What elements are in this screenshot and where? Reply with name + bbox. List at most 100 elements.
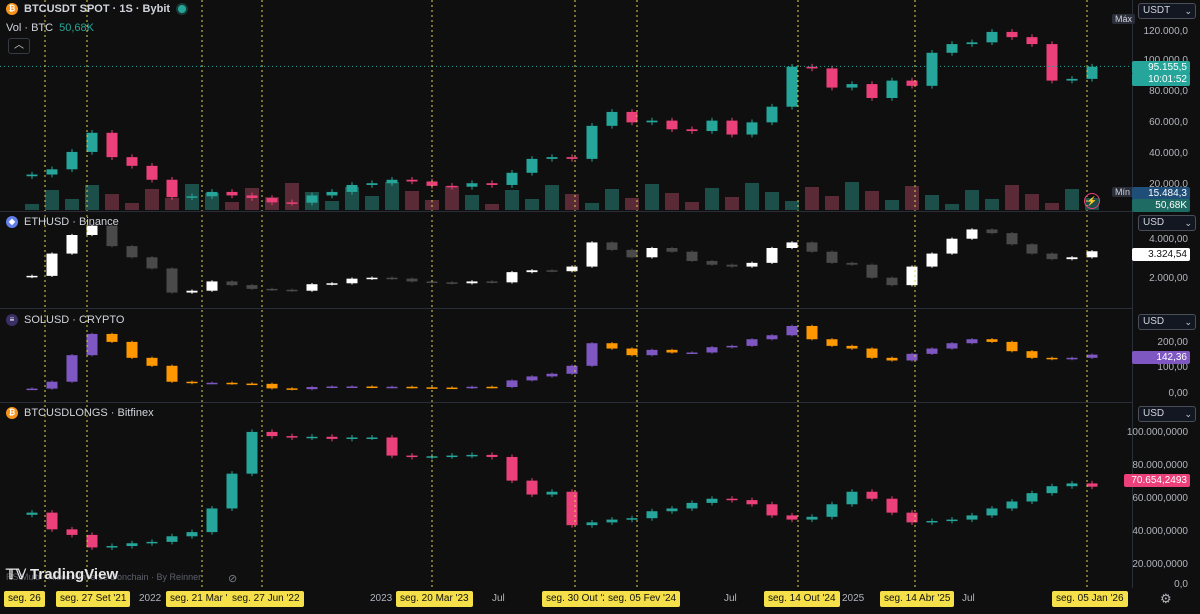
candle-body: [406, 278, 418, 282]
candle-body: [1086, 483, 1098, 487]
x-axis-label: 2022: [139, 593, 162, 604]
candle-body: [866, 348, 878, 358]
x-axis-label: Jul: [492, 593, 505, 604]
candle-body: [726, 498, 738, 501]
date-marker-tag[interactable]: seg. 14 Abr '25: [880, 591, 955, 607]
candle-body: [186, 532, 198, 537]
candle-body: [1026, 37, 1038, 45]
pane-separator[interactable]: [0, 308, 1132, 309]
candle-body: [726, 345, 738, 348]
lightning-icon[interactable]: ⚡: [1084, 193, 1100, 209]
candle-body: [626, 518, 638, 520]
candle-body: [646, 349, 658, 356]
candle-body: [706, 498, 718, 503]
candle-body: [906, 80, 918, 86]
date-marker-tag[interactable]: seg. 27 Set '21: [56, 591, 131, 607]
volume-bar: [465, 195, 479, 210]
date-marker-tag[interactable]: seg. 05 Fev '24: [604, 591, 681, 607]
candle-body: [826, 339, 838, 346]
candle-body: [946, 238, 958, 254]
candle-body: [46, 169, 58, 175]
volume-legend: Vol · BTC 50,68K: [6, 22, 94, 34]
candle-body: [166, 536, 178, 542]
candle-body: [806, 242, 818, 252]
eth-pane-header[interactable]: ◆ ETHUSD · Binance: [6, 216, 119, 228]
candle-body: [26, 512, 38, 515]
volume-bar: [965, 190, 979, 210]
candle-body: [546, 491, 558, 495]
chevron-down-icon: ⌄: [1184, 6, 1192, 16]
eth-symbol-title[interactable]: ETHUSD · Binance: [24, 216, 119, 228]
candle-body: [506, 272, 518, 283]
charts-svg[interactable]: [0, 0, 1200, 614]
candle-body: [886, 80, 898, 99]
tradingview-logo[interactable]: 𝕋𝕍 TradingView: [6, 566, 118, 583]
volume-bar: [1005, 185, 1019, 210]
candle-body: [886, 357, 898, 361]
chart-stage[interactable]: ₿ BTCUSDT SPOT · 1S · Bybit Vol · BTC 50…: [0, 0, 1200, 614]
candle-body: [46, 512, 58, 530]
candle-body: [806, 66, 818, 69]
date-marker-tag[interactable]: seg. 20 Mar '23: [396, 591, 473, 607]
settings-gear-icon[interactable]: ⚙: [1160, 591, 1172, 607]
btclongs-symbol-title[interactable]: BTCUSDLONGS · Bitfinex: [24, 407, 154, 419]
candle-body: [1066, 257, 1078, 260]
pane-separator[interactable]: [0, 402, 1132, 403]
candle-body: [646, 120, 658, 123]
pane-separator[interactable]: [0, 211, 1132, 212]
candle-body: [786, 325, 798, 336]
x-axis-label: Jul: [724, 593, 737, 604]
volume-bar: [385, 182, 399, 210]
candle-body: [966, 339, 978, 344]
candle-body: [266, 198, 278, 203]
x-axis-label: Jul: [962, 593, 975, 604]
candle-body: [766, 248, 778, 263]
candle-body: [1046, 253, 1058, 260]
candle-body: [506, 456, 518, 481]
eye-off-icon[interactable]: ⊘: [228, 572, 237, 585]
candle-body: [446, 387, 458, 390]
candle-body: [106, 225, 118, 247]
date-marker-tag[interactable]: seg. 05 Jan '26: [1052, 591, 1128, 607]
volume-bar: [685, 202, 699, 210]
candle-body: [1086, 251, 1098, 258]
candle-body: [126, 157, 138, 166]
btclongs-currency-select[interactable]: USD ⌄: [1138, 406, 1196, 422]
sol-axis-tick: 200,00: [1157, 337, 1188, 348]
btc-pane-header[interactable]: ₿ BTCUSDT SPOT · 1S · Bybit: [6, 3, 189, 15]
sol-symbol-title[interactable]: SOLUSD · CRYPTO: [24, 314, 124, 326]
candle-body: [286, 202, 298, 204]
collapse-legend-button[interactable]: ︿: [8, 38, 30, 54]
volume-bar: [225, 202, 239, 210]
date-marker-tag[interactable]: seg. 26: [4, 591, 45, 607]
date-marker-tag[interactable]: seg. 14 Out '24: [764, 591, 840, 607]
candle-body: [1046, 486, 1058, 494]
date-marker-tag[interactable]: seg. 27 Jun '22: [228, 591, 304, 607]
sol-currency-select[interactable]: USD ⌄: [1138, 314, 1196, 330]
candle-body: [466, 386, 478, 389]
candle-body: [646, 248, 658, 258]
candle-body: [886, 277, 898, 286]
chevron-down-icon: ⌄: [1184, 218, 1192, 228]
candle-body: [546, 373, 558, 377]
candle-body: [506, 380, 518, 388]
candle-body: [66, 151, 78, 170]
candle-body: [686, 352, 698, 355]
candle-body: [446, 185, 458, 188]
candle-body: [306, 284, 318, 291]
btclongs-pane-header[interactable]: ₿ BTCUSDLONGS · Bitfinex: [6, 407, 154, 419]
candle-body: [946, 44, 958, 53]
btc-currency-select[interactable]: USDT ⌄: [1138, 3, 1196, 19]
candle-body: [1006, 31, 1018, 38]
eth-currency-select[interactable]: USD ⌄: [1138, 215, 1196, 231]
btc-symbol-title[interactable]: BTCUSDT SPOT · 1S · Bybit: [24, 3, 170, 15]
volume-bar: [725, 197, 739, 210]
sol-pane-header[interactable]: ≡ SOLUSD · CRYPTO: [6, 314, 124, 326]
candle-body: [546, 157, 558, 159]
candle-body: [26, 174, 38, 177]
candle-body: [86, 132, 98, 152]
candle-body: [1006, 341, 1018, 352]
candle-body: [386, 437, 398, 456]
candle-body: [786, 515, 798, 520]
candle-body: [406, 179, 418, 182]
